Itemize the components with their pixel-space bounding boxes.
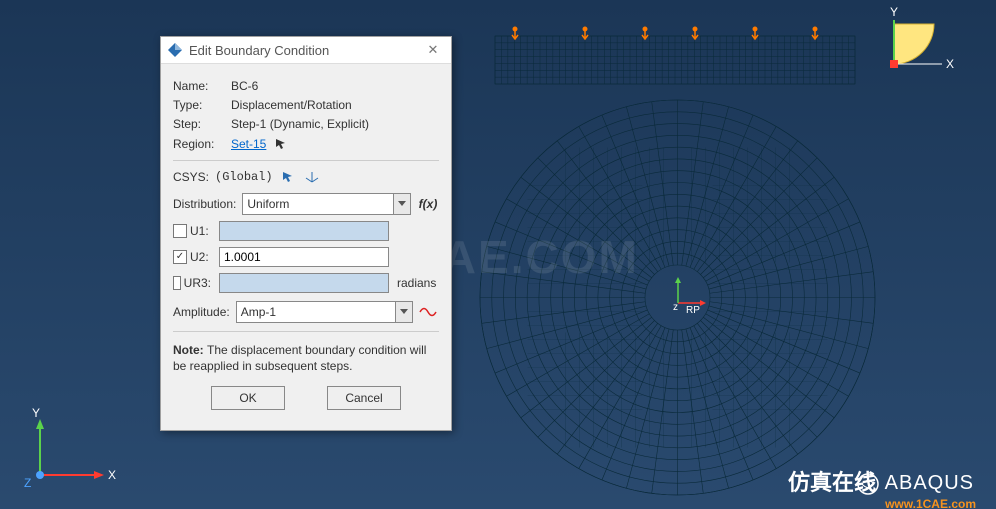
dialog-titlebar[interactable]: Edit Boundary Condition ✕ xyxy=(161,37,451,64)
dof-checkbox[interactable] xyxy=(173,276,181,290)
pick-region-icon[interactable] xyxy=(272,136,290,152)
note-text: Note: The displacement boundary conditio… xyxy=(173,342,439,374)
step-label: Step: xyxy=(173,117,231,131)
chevron-down-icon xyxy=(393,194,410,214)
svg-text:X: X xyxy=(946,57,954,71)
mesh-bar xyxy=(495,36,855,84)
svg-text:RP: RP xyxy=(686,305,700,316)
dof-label: UR3: xyxy=(184,276,211,290)
brand-cn: 仿真在线 xyxy=(788,465,876,497)
datum-indicator: Y X xyxy=(886,14,956,84)
fx-icon[interactable]: f(x) xyxy=(417,197,439,211)
csys-value: (Global) xyxy=(215,170,273,184)
axis-y-label: Y xyxy=(32,406,40,420)
distribution-select[interactable]: Uniform xyxy=(242,193,411,215)
csys-label: CSYS: xyxy=(173,170,209,184)
dialog-title: Edit Boundary Condition xyxy=(183,43,421,58)
region-link[interactable]: Set-15 xyxy=(231,137,266,151)
dof-checkbox[interactable] xyxy=(173,224,187,238)
close-icon[interactable]: ✕ xyxy=(421,42,445,58)
dof-unit: radians xyxy=(397,276,439,290)
csys-pick-icon[interactable] xyxy=(279,169,297,185)
axis-z-label: Z xyxy=(24,476,31,490)
brand-url: www.1CAE.com xyxy=(885,497,976,509)
amplitude-select[interactable]: Amp-1 xyxy=(236,301,413,323)
triad-center: z RP xyxy=(660,275,720,325)
abaqus-app-icon xyxy=(167,42,183,58)
csys-axes-icon[interactable] xyxy=(303,169,321,185)
axis-x-label: X xyxy=(108,468,116,482)
dof-input[interactable] xyxy=(219,247,389,267)
abaqus-viewport: z RP X Y Z Y X 1CAE.COM ABAQUS 仿真在线 www.… xyxy=(0,0,996,509)
cancel-button[interactable]: Cancel xyxy=(327,386,401,410)
amplitude-value: Amp-1 xyxy=(241,305,276,319)
name-label: Name: xyxy=(173,79,231,93)
svg-text:Y: Y xyxy=(890,5,898,19)
distribution-value: Uniform xyxy=(247,197,289,211)
type-label: Type: xyxy=(173,98,231,112)
dof-input[interactable] xyxy=(219,221,389,241)
dof-label: U2: xyxy=(190,250,209,264)
triad-global: X Y Z xyxy=(22,417,122,497)
ok-button[interactable]: OK xyxy=(211,386,285,410)
step-value: Step-1 (Dynamic, Explicit) xyxy=(231,117,369,131)
dof-input[interactable] xyxy=(219,273,389,293)
name-value: BC-6 xyxy=(231,79,258,93)
distribution-label: Distribution: xyxy=(173,197,236,211)
amplitude-label: Amplitude: xyxy=(173,305,230,319)
dof-label: U1: xyxy=(190,224,209,238)
type-value: Displacement/Rotation xyxy=(231,98,352,112)
dof-checkbox[interactable]: ✓ xyxy=(173,250,187,264)
edit-bc-dialog: Edit Boundary Condition ✕ Name:BC-6 Type… xyxy=(160,36,452,431)
chevron-down-icon xyxy=(395,302,412,322)
region-label: Region: xyxy=(173,137,231,151)
svg-text:z: z xyxy=(673,302,678,313)
amplitude-curve-icon[interactable] xyxy=(419,304,439,320)
